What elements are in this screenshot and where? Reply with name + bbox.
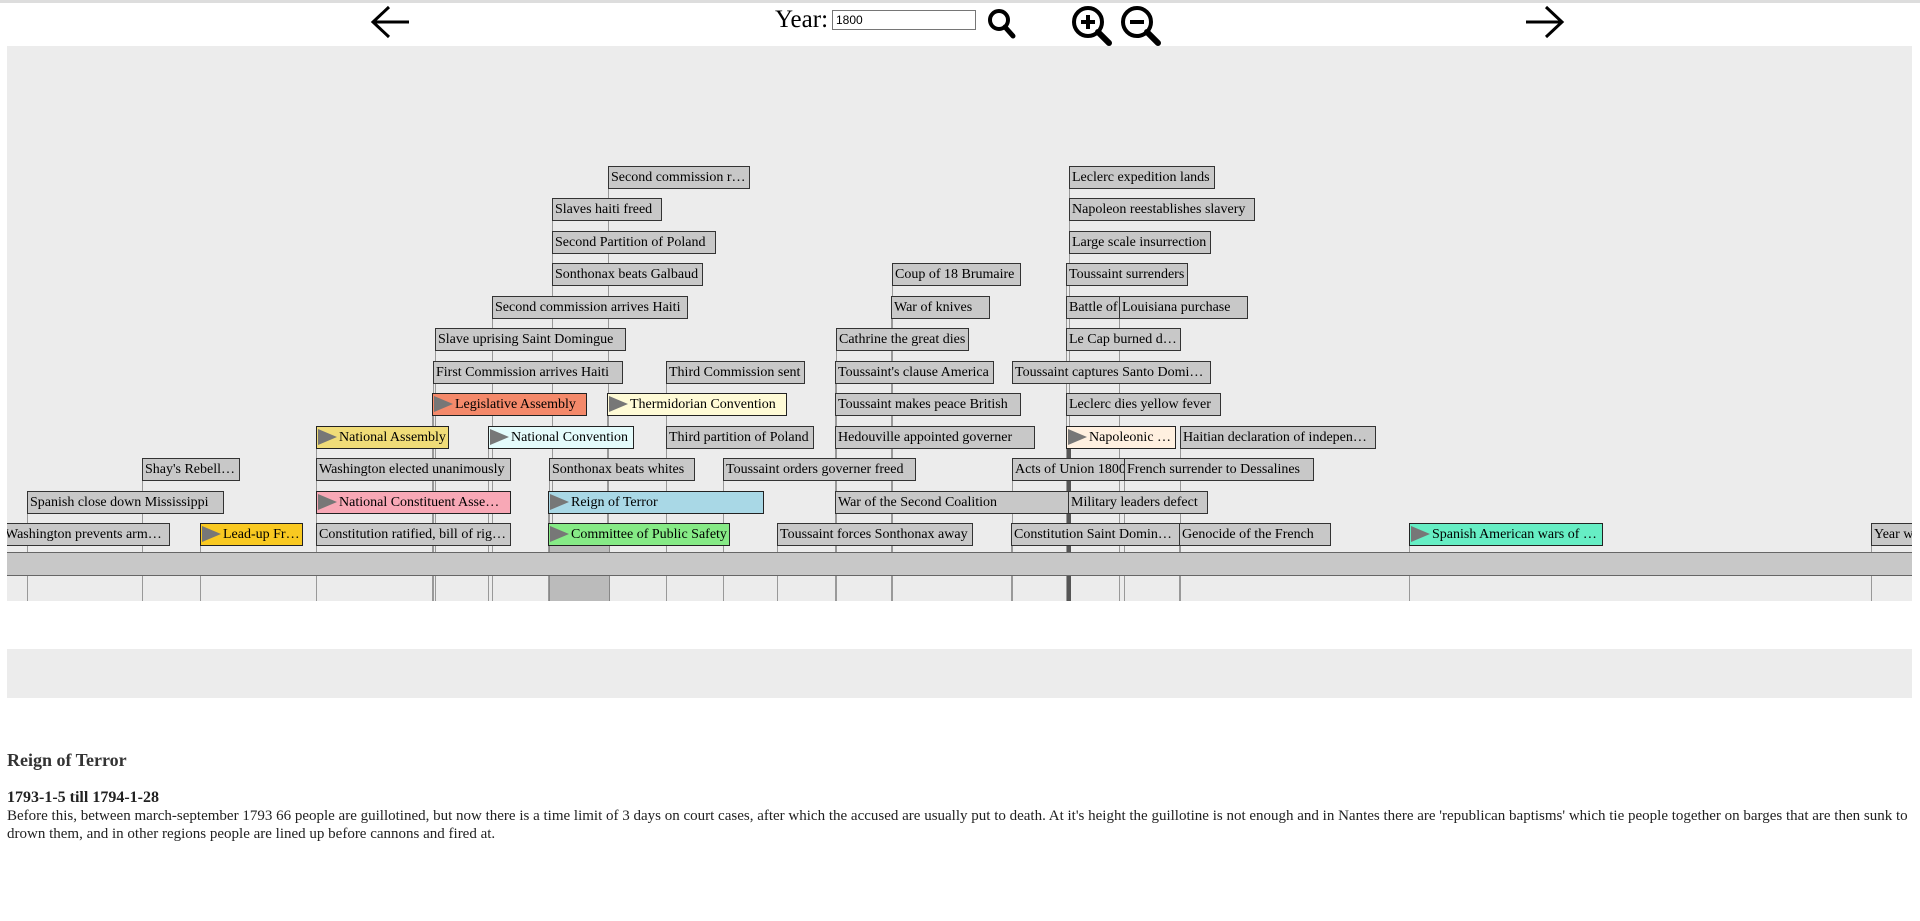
timeline-event[interactable]: Washington elected unanimously [316, 458, 511, 481]
timeline-event[interactable]: Shay's Rebellion [142, 458, 240, 481]
timeline-period[interactable]: Spanish American wars of independence [1409, 523, 1603, 546]
timeline-event[interactable]: Toussaint orders governer freed [723, 458, 916, 481]
search-icon [988, 9, 1016, 39]
timeline-event[interactable]: Cathrine the great dies [836, 328, 969, 351]
timeline-event[interactable]: Genocide of the French [1179, 523, 1331, 546]
details-description: Before this, between march-september 179… [7, 808, 1908, 842]
timeline-event[interactable]: Military leaders defect [1068, 490, 1208, 514]
prev-button[interactable] [369, 4, 413, 40]
timeline-period[interactable]: Napoleonic era [1066, 425, 1176, 449]
timeline-event[interactable]: Slave uprising Saint Domingue [435, 328, 626, 351]
timeline-event[interactable]: Leclerc expedition lands [1069, 165, 1215, 189]
timeline-event[interactable]: Acts of Union 1800 [1012, 458, 1130, 481]
timeline-period[interactable]: Reign of Terror [548, 490, 764, 514]
timeline-period[interactable]: National Constituent Assembly [316, 490, 511, 514]
details-title: Reign of Terror [7, 750, 127, 770]
timeline-period[interactable]: Legislative Assembly [432, 393, 587, 416]
timeline-event[interactable]: First Commission arrives Haiti [433, 360, 623, 384]
timeline-canvas[interactable]: 1790AD1800AD1810AD Second commission rec… [7, 46, 1912, 601]
timeline-period[interactable]: Lead-up French Revolution [200, 523, 303, 546]
timeline-event[interactable]: Napoleon reestablishes slavery [1069, 198, 1255, 221]
overview-band[interactable] [7, 649, 1912, 698]
timeline-period[interactable]: National Assembly [316, 425, 449, 449]
timeline-event[interactable]: Spanish close down Mississippi [27, 490, 224, 514]
timeline-event[interactable]: Louisiana purchase [1119, 295, 1248, 319]
timeline-event[interactable]: Constitution Saint Domingue [1011, 523, 1181, 546]
timeline-event[interactable]: Constitution ratified, bill of rights [316, 523, 511, 546]
timeline-event[interactable]: War of the Second Coalition [835, 490, 1083, 514]
search-button[interactable] [985, 4, 1019, 46]
timeline-event[interactable]: Sonthonax beats Galbaud [552, 263, 703, 286]
timeline-event[interactable]: French surrender to Dessalines [1124, 458, 1314, 481]
event-details-panel: Reign of Terror 1793-1-5 till 1794-1-28 … [7, 750, 1913, 843]
zoom-in-icon [1072, 6, 1112, 46]
details-dates: 1793-1-5 till 1794-1-28 [7, 789, 159, 806]
timeline-event[interactable]: Toussaint forces Sonthonax away [777, 523, 973, 546]
timeline-event[interactable]: Slaves haiti freed [552, 198, 662, 221]
timeline-period[interactable]: Thermidorian Convention [607, 393, 787, 416]
timeline-event[interactable]: Third Commission sent [666, 360, 805, 384]
timeline-period[interactable]: Committee of Public Safety [548, 523, 730, 546]
timeline-event[interactable]: War of knives [891, 295, 990, 319]
timeline-event[interactable]: Toussaint surrenders [1066, 263, 1188, 286]
zoom-out-button[interactable] [1120, 4, 1161, 46]
timeline-event[interactable]: Washington prevents army coup [7, 523, 170, 546]
timeline-event[interactable]: Le Cap burned down [1066, 328, 1181, 351]
year-label: Year: [775, 6, 829, 33]
arrow-right-icon [1526, 5, 1565, 39]
timeline-event[interactable]: Second commission recalled [608, 165, 750, 189]
timeline-event[interactable]: Haitian declaration of independence [1180, 425, 1376, 449]
timeline-event[interactable]: Third partition of Poland [666, 425, 814, 449]
year-input[interactable] [832, 10, 976, 30]
timeline-event[interactable]: Toussaint's clause America [835, 360, 994, 384]
time-axis-bar[interactable] [7, 552, 1912, 576]
timeline-event[interactable]: Second commission arrives Haiti [492, 295, 688, 319]
zoom-in-button[interactable] [1071, 4, 1112, 46]
timeline-event[interactable]: Coup of 18 Brumaire [892, 263, 1021, 286]
arrow-left-icon [370, 5, 409, 39]
timeline-event[interactable]: Sonthonax beats whites [549, 458, 695, 481]
timeline-event[interactable]: Second Partition of Poland [552, 230, 716, 254]
timeline-event[interactable]: Hedouville appointed governer [835, 425, 1035, 449]
timeline-event[interactable]: Large scale insurrection [1069, 230, 1211, 254]
zoom-out-icon [1121, 6, 1161, 46]
next-button[interactable] [1522, 4, 1566, 40]
timeline-event[interactable]: Toussaint captures Santo Domingo [1012, 360, 1211, 384]
timeline-event[interactable]: Year without a summer [1871, 523, 1912, 546]
timeline-period[interactable]: National Convention [488, 425, 634, 449]
top-border [0, 0, 1920, 3]
timeline-event[interactable]: Leclerc dies yellow fever [1066, 393, 1221, 416]
timeline-event[interactable]: Toussaint makes peace British [835, 393, 1021, 416]
